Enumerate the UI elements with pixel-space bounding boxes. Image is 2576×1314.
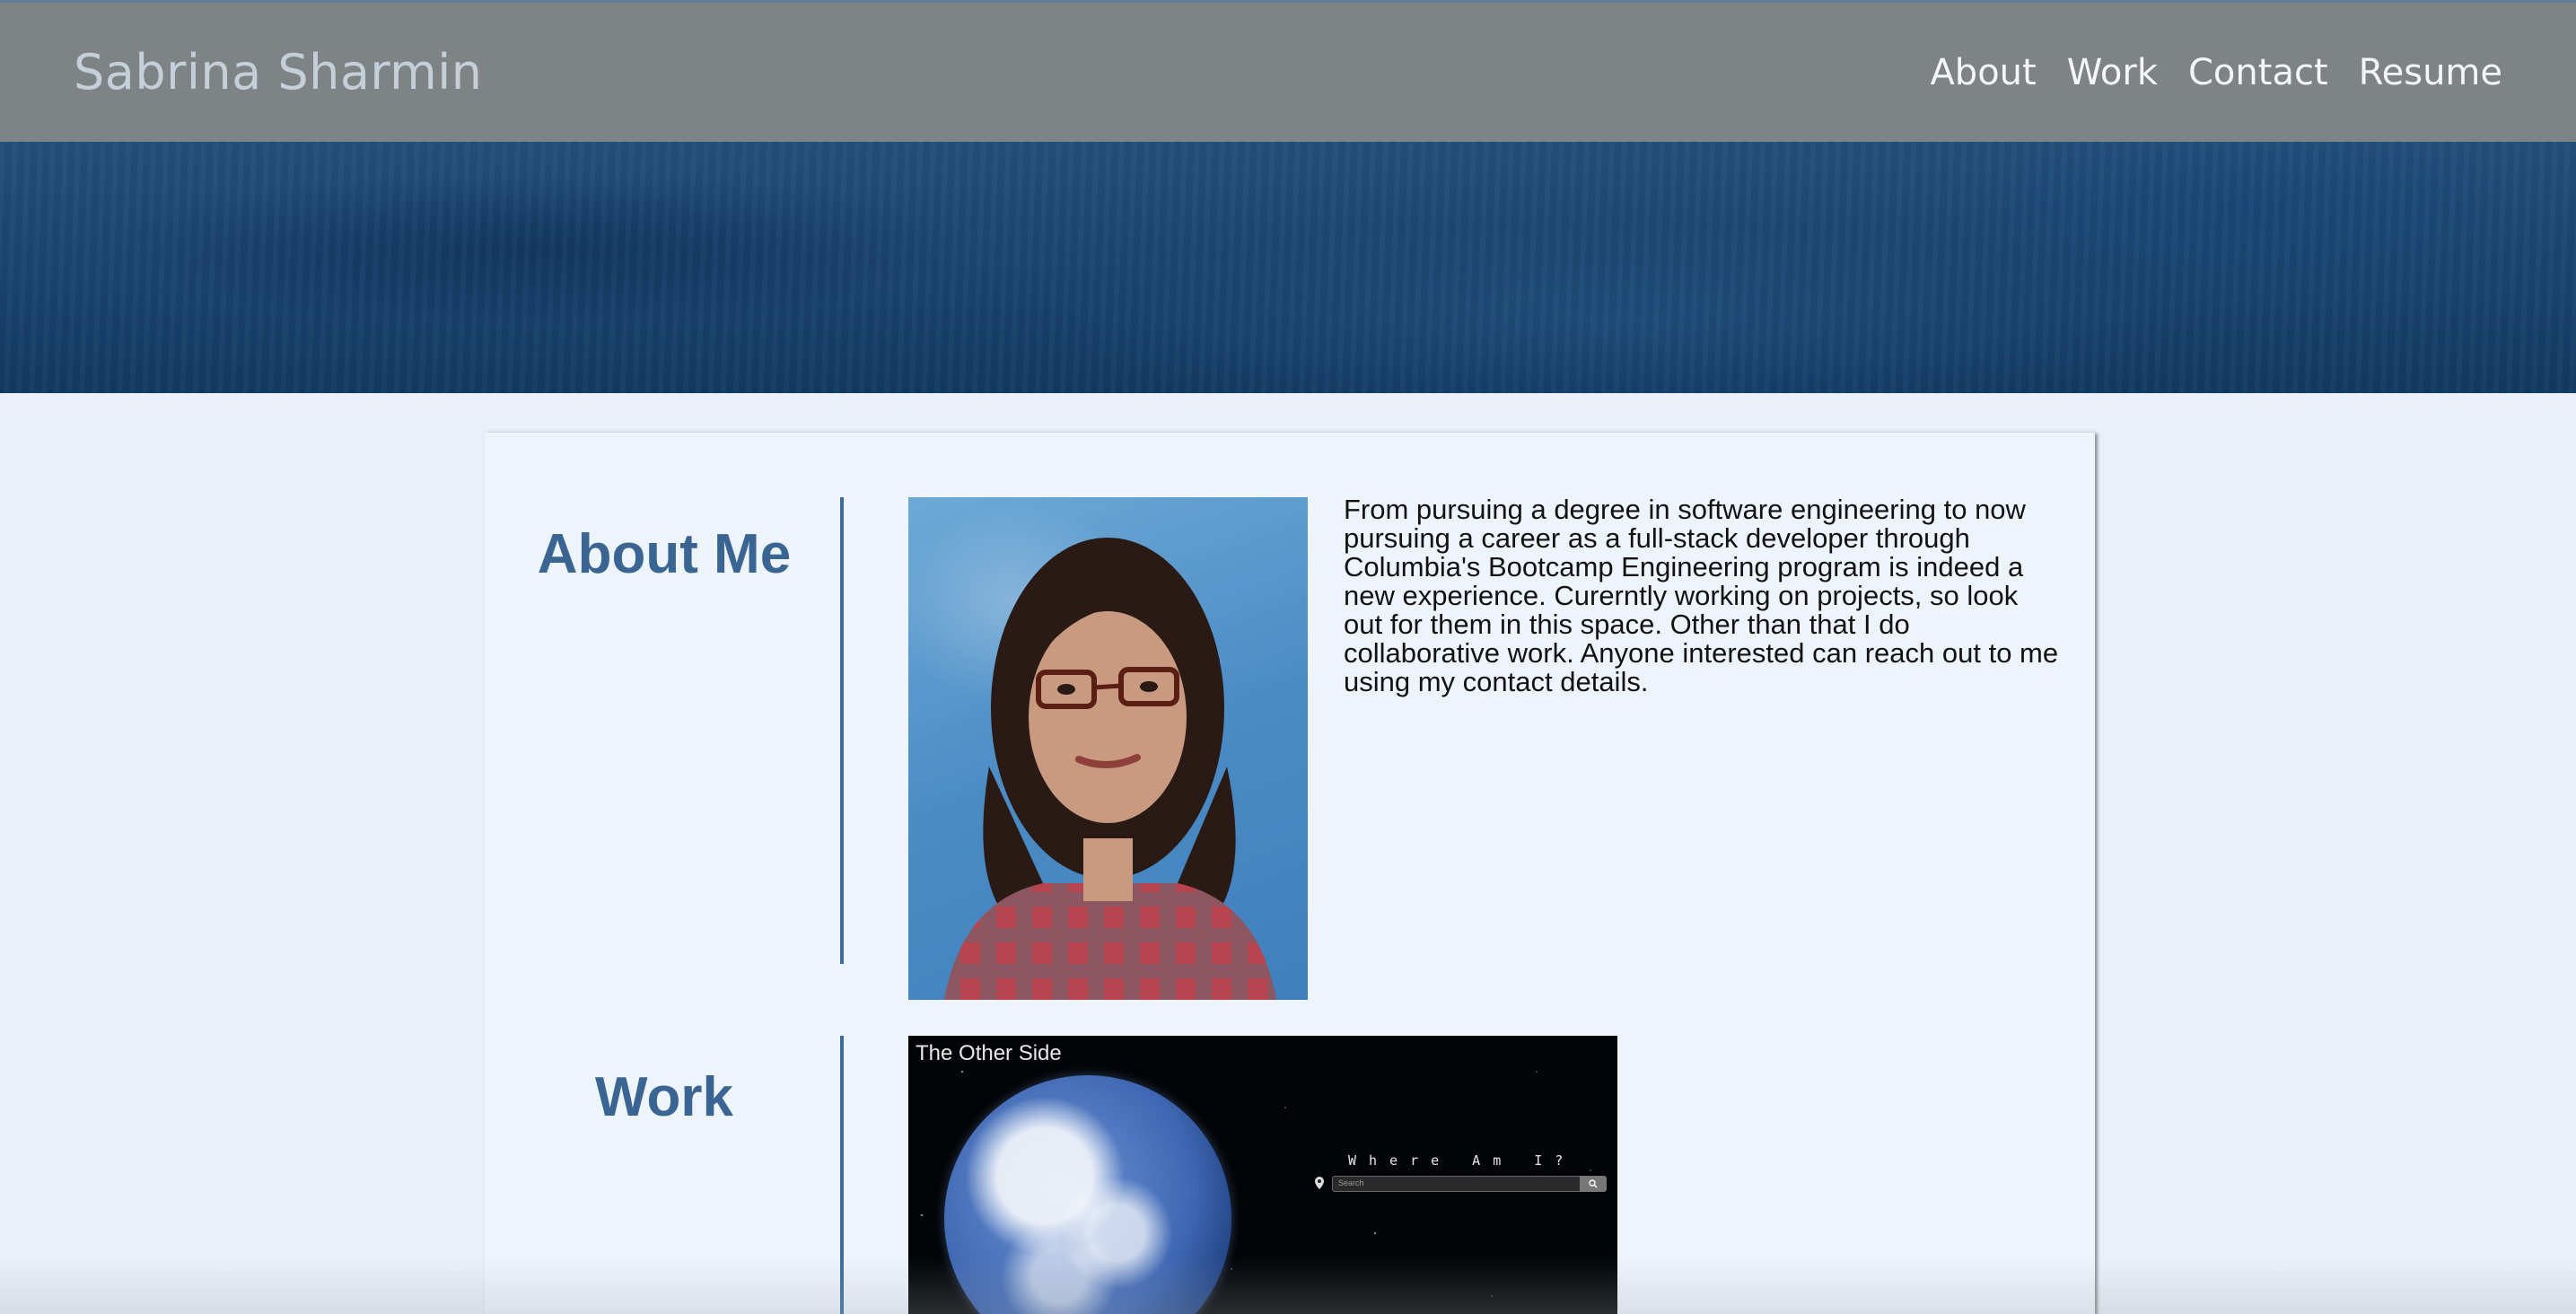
- about-divider: [840, 497, 844, 964]
- profile-photo: [908, 497, 1308, 1000]
- content-card: About Me From pursuing a degree in softw…: [485, 433, 2095, 1314]
- about-heading: About Me: [537, 523, 792, 585]
- about-bio: From pursuing a degree in software engin…: [1344, 494, 2059, 697]
- project-search-input[interactable]: Search: [1332, 1176, 1583, 1192]
- project-title: The Other Side: [916, 1041, 1062, 1065]
- nav-links: About Work Contact Resume: [1930, 52, 2502, 93]
- nav-link-resume[interactable]: Resume: [2359, 52, 2502, 93]
- work-heading: Work: [595, 1066, 733, 1128]
- search-icon[interactable]: [1580, 1176, 1607, 1192]
- navbar: Sabrina Sharmin About Work Contact Resum…: [0, 0, 2576, 142]
- nav-link-work[interactable]: Work: [2067, 52, 2158, 93]
- nav-link-about[interactable]: About: [1930, 52, 2036, 93]
- work-divider: [840, 1036, 844, 1314]
- brand-name[interactable]: Sabrina Sharmin: [74, 44, 483, 101]
- map-pin-icon: [1314, 1177, 1325, 1189]
- project-thumbnail[interactable]: The Other Side Where Am I? Search: [908, 1036, 1617, 1314]
- project-heading: Where Am I?: [1348, 1152, 1576, 1169]
- hero-banner: [0, 142, 2576, 393]
- nav-link-contact[interactable]: Contact: [2188, 52, 2328, 93]
